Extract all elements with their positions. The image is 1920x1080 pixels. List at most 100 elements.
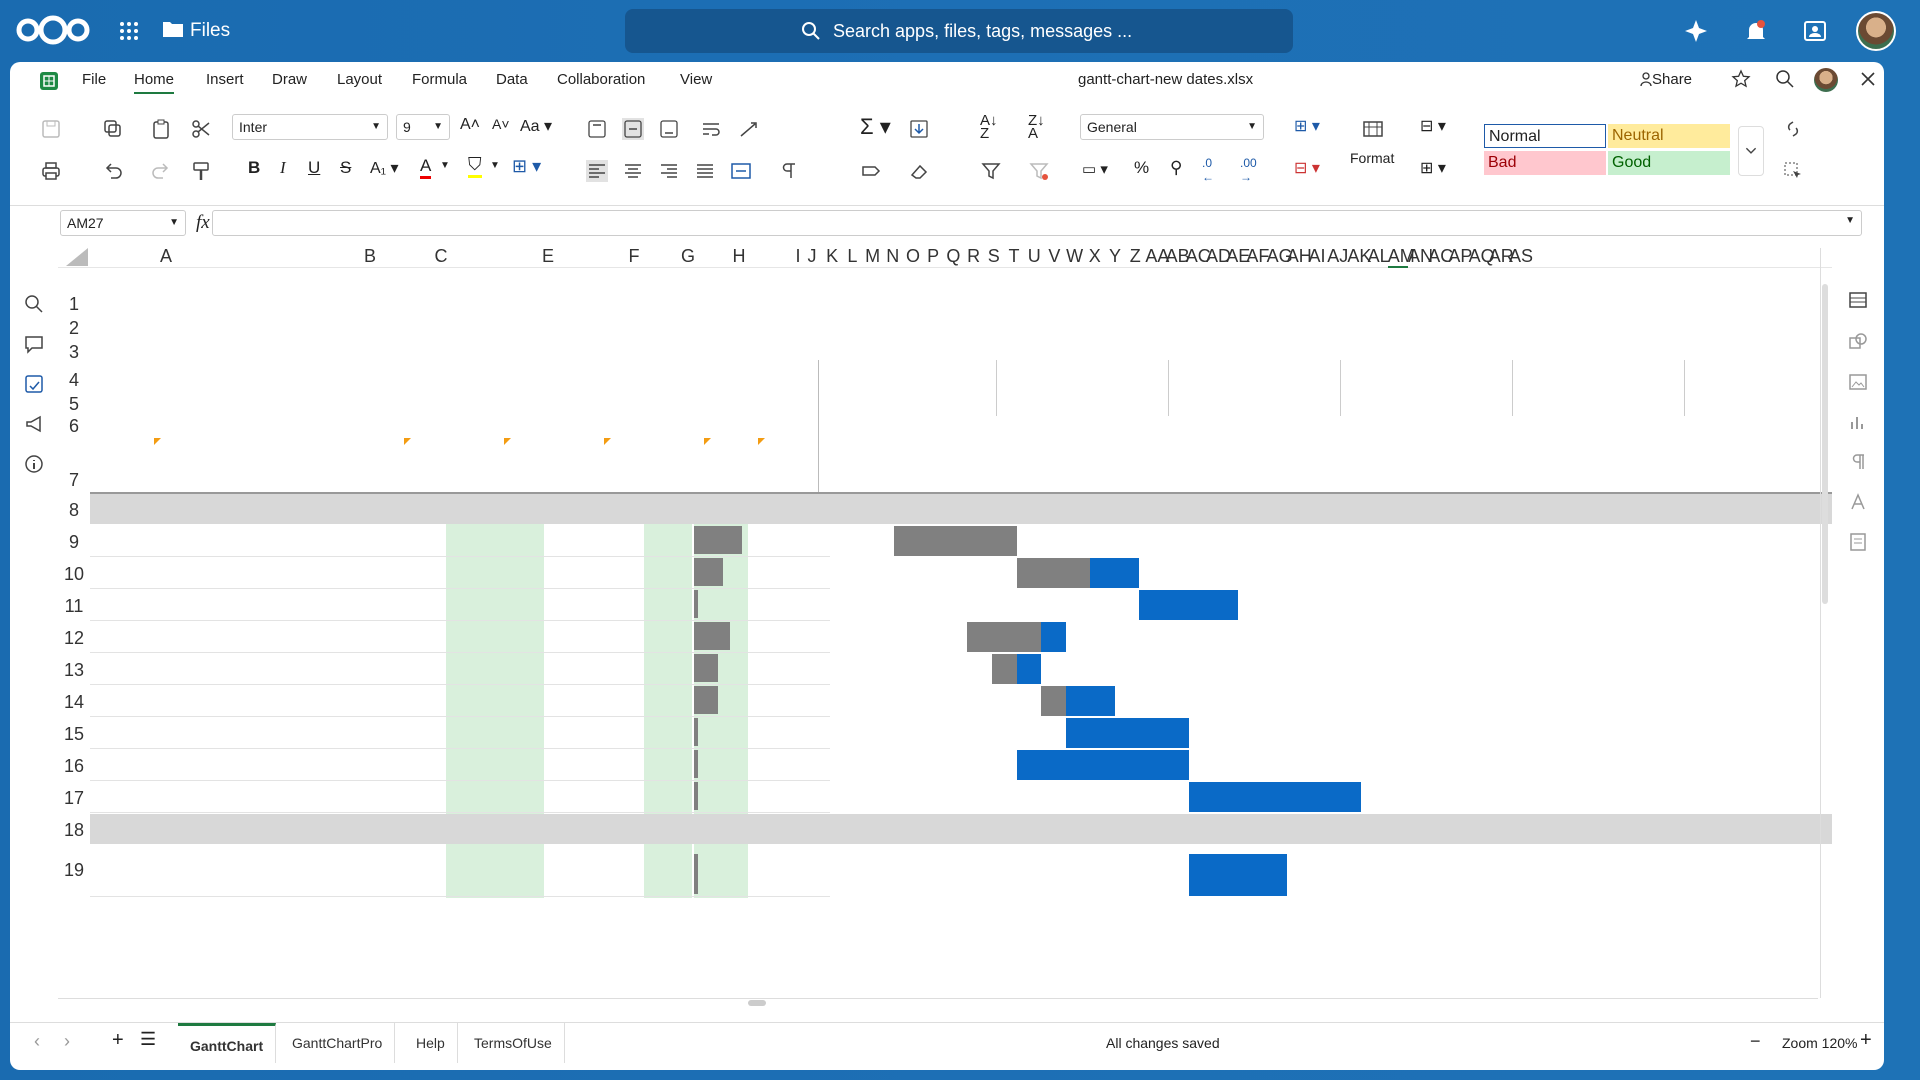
fill-color-dropdown[interactable]: ▼ bbox=[490, 160, 500, 171]
column-header[interactable]: AR bbox=[1489, 244, 1514, 268]
name-box[interactable]: AM27 ▼ bbox=[60, 210, 186, 236]
column-header[interactable]: S bbox=[984, 244, 1004, 268]
sort-descending-icon[interactable]: Z↓ A bbox=[1028, 113, 1045, 141]
format-painter-icon[interactable] bbox=[190, 160, 212, 182]
row-header[interactable]: 2 bbox=[58, 318, 90, 339]
column-header[interactable]: O bbox=[903, 244, 923, 268]
zoom-level[interactable]: Zoom 120% bbox=[1782, 1035, 1857, 1051]
clear-filter-icon[interactable] bbox=[1028, 160, 1050, 182]
align-middle-icon[interactable] bbox=[622, 118, 644, 140]
align-top-icon[interactable] bbox=[586, 118, 608, 140]
menu-draw[interactable]: Draw bbox=[272, 71, 307, 88]
style-bad[interactable]: Bad bbox=[1484, 151, 1606, 175]
column-header[interactable]: AH bbox=[1287, 244, 1312, 268]
find-icon[interactable] bbox=[1775, 69, 1795, 89]
menu-file[interactable]: File bbox=[82, 71, 106, 88]
delete-cells-icon[interactable]: ⊟ ▾ bbox=[1294, 158, 1320, 178]
notifications-bell-icon[interactable] bbox=[1743, 18, 1769, 44]
column-header[interactable]: X bbox=[1085, 244, 1105, 268]
column-header[interactable]: AL bbox=[1368, 244, 1390, 268]
align-center-icon[interactable] bbox=[622, 160, 644, 182]
copy-icon[interactable] bbox=[102, 118, 124, 140]
column-header[interactable]: AF bbox=[1246, 244, 1269, 268]
zoom-out-icon[interactable]: − bbox=[1750, 1031, 1761, 1052]
undo-icon[interactable] bbox=[102, 160, 124, 182]
folder-icon[interactable] bbox=[162, 19, 184, 39]
column-header[interactable]: AC bbox=[1428, 244, 1453, 268]
grow-font-icon[interactable]: A˄ bbox=[460, 116, 480, 134]
column-header[interactable]: AQ bbox=[1469, 244, 1495, 268]
subscript-icon[interactable]: A₁ ▾ bbox=[370, 158, 399, 178]
menu-collaboration[interactable]: Collaboration bbox=[557, 71, 645, 88]
row-header[interactable]: 7 bbox=[58, 470, 90, 491]
column-header[interactable]: C bbox=[406, 244, 476, 268]
bold-icon[interactable]: B bbox=[248, 158, 260, 178]
column-header[interactable]: AB bbox=[1166, 244, 1190, 268]
column-header[interactable]: AG bbox=[1267, 244, 1293, 268]
row-header[interactable]: 16 bbox=[58, 756, 90, 777]
conditional-format-icon[interactable]: ⊟ ▾ bbox=[1420, 116, 1446, 136]
sort-ascending-icon[interactable]: A↓ Z bbox=[980, 113, 998, 141]
column-header[interactable]: AE bbox=[1226, 244, 1250, 268]
row-header[interactable]: 1 bbox=[58, 294, 90, 315]
filter-icon[interactable] bbox=[980, 160, 1002, 182]
increase-decimal-icon[interactable]: .00 → bbox=[1240, 156, 1257, 184]
style-neutral[interactable]: Neutral bbox=[1608, 124, 1730, 148]
underline-icon[interactable]: U bbox=[308, 158, 320, 178]
column-header[interactable]: Q bbox=[943, 244, 963, 268]
font-color-icon[interactable]: A bbox=[420, 156, 432, 179]
comments-icon[interactable] bbox=[24, 334, 44, 354]
link-icon[interactable] bbox=[1782, 118, 1804, 140]
cut-icon[interactable] bbox=[190, 118, 212, 140]
function-icon[interactable]: fx bbox=[196, 212, 210, 234]
vertical-scroll-thumb[interactable] bbox=[1822, 284, 1828, 604]
justify-icon[interactable] bbox=[694, 160, 716, 182]
paste-icon[interactable] bbox=[150, 118, 172, 140]
column-header[interactable]: Z bbox=[1125, 244, 1145, 268]
column-header[interactable]: J bbox=[802, 244, 822, 268]
column-header[interactable]: AA bbox=[1145, 244, 1169, 268]
column-header[interactable]: A bbox=[106, 244, 226, 268]
row-header[interactable]: 14 bbox=[58, 692, 90, 713]
chart-icon[interactable] bbox=[1848, 412, 1868, 432]
horizontal-scroll-thumb[interactable] bbox=[748, 1000, 766, 1006]
user-avatar-small[interactable] bbox=[1814, 68, 1838, 92]
row-header[interactable]: 8 bbox=[58, 500, 90, 521]
tab-help[interactable]: Help bbox=[404, 1023, 458, 1063]
search-input[interactable]: Search apps, files, tags, messages ... bbox=[625, 9, 1293, 53]
shapes-icon[interactable] bbox=[1848, 332, 1868, 352]
column-header[interactable]: K bbox=[822, 244, 842, 268]
tag-icon[interactable] bbox=[860, 160, 882, 182]
tab-ganttchartpro[interactable]: GanttChartPro bbox=[280, 1023, 396, 1063]
style-good[interactable]: Good bbox=[1608, 151, 1730, 175]
horizontal-scrollbar[interactable] bbox=[58, 998, 1818, 1008]
column-header[interactable]: L bbox=[842, 244, 862, 268]
column-header[interactable]: U bbox=[1024, 244, 1044, 268]
align-left-icon[interactable] bbox=[586, 160, 608, 182]
column-header[interactable]: AJ bbox=[1327, 244, 1348, 268]
menu-data[interactable]: Data bbox=[496, 71, 528, 88]
sidebar-toggle-icon[interactable] bbox=[1848, 290, 1868, 310]
column-header[interactable]: Y bbox=[1105, 244, 1125, 268]
change-case-icon[interactable]: Aa ▾ bbox=[520, 116, 552, 136]
menu-insert[interactable]: Insert bbox=[206, 71, 244, 88]
accessibility-check-icon[interactable] bbox=[24, 374, 44, 394]
nextcloud-logo[interactable] bbox=[14, 14, 92, 46]
paragraph-direction-icon[interactable] bbox=[778, 160, 800, 182]
row-header[interactable]: 18 bbox=[58, 820, 90, 841]
share-button[interactable]: Share bbox=[1652, 71, 1692, 88]
files-app-label[interactable]: Files bbox=[190, 20, 230, 42]
row-header[interactable]: 15 bbox=[58, 724, 90, 745]
wrap-text-icon[interactable] bbox=[700, 118, 722, 140]
column-header[interactable]: M bbox=[863, 244, 883, 268]
menu-view[interactable]: View bbox=[680, 71, 712, 88]
fill-color-icon[interactable]: ⛉ bbox=[468, 154, 482, 178]
column-header[interactable]: R bbox=[964, 244, 984, 268]
column-header[interactable]: AS bbox=[1509, 244, 1533, 268]
row-header[interactable]: 6 bbox=[58, 416, 90, 437]
form-icon[interactable] bbox=[1848, 532, 1868, 552]
font-size-select[interactable]: 9 ▼ bbox=[396, 114, 450, 140]
redo-icon[interactable] bbox=[150, 160, 172, 182]
add-sheet-icon[interactable]: + bbox=[112, 1029, 124, 1052]
autosum-icon[interactable]: Σ ▾ bbox=[860, 114, 891, 140]
